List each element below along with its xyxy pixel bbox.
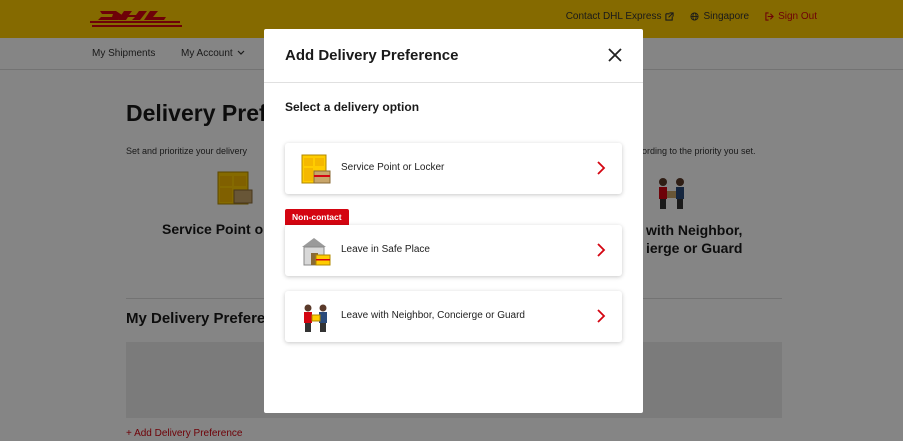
option-label: Service Point or Locker [341, 162, 445, 173]
option-neighbor-concierge-guard[interactable]: Leave with Neighbor, Concierge or Guard [285, 291, 622, 342]
option-label: Leave in Safe Place [341, 244, 430, 255]
option-label: Leave with Neighbor, Concierge or Guard [341, 310, 525, 321]
option-safe-place[interactable]: Leave in Safe Place [285, 225, 622, 276]
neighbor-icon [304, 304, 327, 332]
locker-icon [301, 154, 331, 184]
safe-place-icon [302, 238, 331, 266]
modal-subtitle: Select a delivery option [285, 100, 420, 114]
close-icon[interactable] [606, 46, 624, 64]
modal-header: Add Delivery Preference [264, 29, 643, 83]
modal-title: Add Delivery Preference [285, 47, 459, 64]
chevron-right-icon [597, 243, 606, 257]
option-service-point-locker[interactable]: Service Point or Locker [285, 143, 622, 194]
add-preference-modal: Add Delivery Preference Select a deliver… [264, 29, 643, 413]
chevron-right-icon [597, 309, 606, 323]
non-contact-badge: Non-contact [285, 209, 349, 225]
chevron-right-icon [597, 161, 606, 175]
